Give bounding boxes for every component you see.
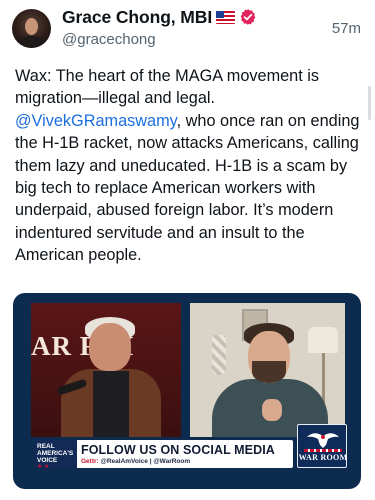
logo-text: WAR ROOM	[298, 453, 348, 462]
post-timestamp[interactable]: 57m	[332, 20, 361, 37]
author-avatar[interactable]	[12, 9, 51, 48]
guest-beard	[252, 361, 286, 383]
verified-badge-icon	[240, 9, 256, 25]
banner-title: FOLLOW US ON SOCIAL MEDIA	[81, 443, 275, 457]
eagle-icon	[307, 433, 339, 448]
banner-subtitle-text: @RealAmVoice | @WarRoom	[98, 458, 191, 465]
avatar-face	[25, 18, 38, 35]
logo-stripe	[304, 449, 342, 452]
warroom-logo: WAR ROOM	[297, 424, 347, 468]
banner-subtitle: Gettr: @RealAmVoice | @WarRoom	[81, 458, 190, 465]
badge-line-1: REAL	[37, 443, 55, 450]
banner-subtitle-label: Gettr:	[81, 458, 99, 465]
avatar-shoulders	[17, 36, 46, 48]
badge-line-2: AMERICA'S	[37, 450, 74, 457]
real-americas-voice-badge: REAL AMERICA'S VOICE ★ ★	[35, 440, 77, 470]
guest-hand	[262, 399, 282, 421]
video-left-pane-host: AR R M	[31, 303, 181, 437]
author-handle[interactable]: @gracechong	[62, 31, 156, 48]
author-name-row[interactable]: Grace Chong, MBI	[62, 7, 257, 28]
host-shirt	[93, 371, 129, 437]
scrollbar-thumb[interactable]	[368, 86, 371, 120]
video-player[interactable]: AR R M REAL AMERICA'S VOICE ★ ★ FOLLOW U…	[13, 293, 361, 489]
author-name[interactable]: Grace Chong, MBI	[62, 7, 212, 27]
lower-third-banner: REAL AMERICA'S VOICE ★ ★ FOLLOW US ON SO…	[35, 440, 293, 470]
post: Grace Chong, MBI @gracechong 57m Wax: Th…	[0, 0, 375, 500]
host-face	[89, 323, 131, 371]
badge-line-3: VOICE	[37, 457, 58, 464]
mention-link[interactable]: @VivekGRamaswamy	[15, 112, 177, 130]
us-flag-icon	[216, 11, 236, 24]
post-text-part-1: Wax: The heart of the MAGA movement is m…	[15, 67, 320, 108]
video-right-pane-guest	[190, 303, 345, 437]
lamp-shade	[308, 327, 338, 353]
stocking-decoration	[212, 335, 226, 375]
post-text: Wax: The heart of the MAGA movement is m…	[15, 65, 367, 267]
post-text-part-2: , who once ran on ending the H-1B racket…	[15, 111, 360, 265]
badge-stars: ★ ★	[37, 464, 50, 470]
